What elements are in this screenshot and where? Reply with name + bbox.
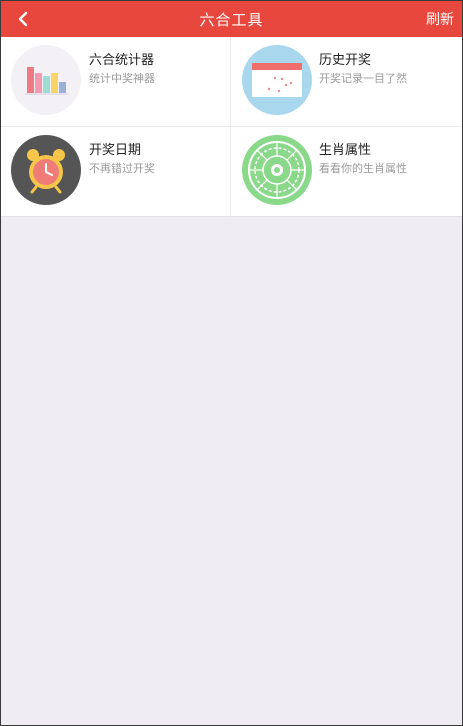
- page-title: 六合工具: [199, 10, 264, 29]
- tool-subtitle: 统计中奖神器: [89, 72, 155, 85]
- tool-title: 生肖属性: [319, 143, 372, 158]
- bar-chart-icon: [11, 45, 81, 115]
- tool-subtitle: 开奖记录一目了然: [319, 72, 407, 85]
- tools-grid: 六合统计器 统计中奖神器 历史开奖 开奖记录一目了然 开奖日期 不再错过开奖 生…: [1, 37, 462, 217]
- calendar-icon: [242, 45, 312, 115]
- refresh-button[interactable]: 刷新: [426, 1, 454, 37]
- zodiac-wheel-icon: [242, 135, 312, 205]
- tool-title: 历史开奖: [319, 53, 372, 68]
- navbar: 六合工具 刷新: [1, 1, 462, 37]
- app-frame: 六合工具 刷新 六合统计器 统计中奖神器 历史开奖 开奖记录一目了然 开奖日期 …: [0, 0, 463, 726]
- tool-item-statistics[interactable]: 六合统计器 统计中奖神器: [1, 37, 231, 127]
- tool-title: 开奖日期: [89, 143, 142, 158]
- tool-item-zodiac[interactable]: 生肖属性 看看你的生肖属性: [231, 127, 462, 217]
- back-button[interactable]: [9, 5, 37, 33]
- alarm-clock-icon: [11, 135, 81, 205]
- tool-item-history[interactable]: 历史开奖 开奖记录一目了然: [231, 37, 462, 127]
- tool-title: 六合统计器: [89, 53, 155, 68]
- tool-item-draw-date[interactable]: 开奖日期 不再错过开奖: [1, 127, 231, 217]
- chevron-left-icon: [18, 11, 28, 27]
- tool-subtitle: 不再错过开奖: [89, 162, 155, 175]
- tool-subtitle: 看看你的生肖属性: [319, 162, 407, 175]
